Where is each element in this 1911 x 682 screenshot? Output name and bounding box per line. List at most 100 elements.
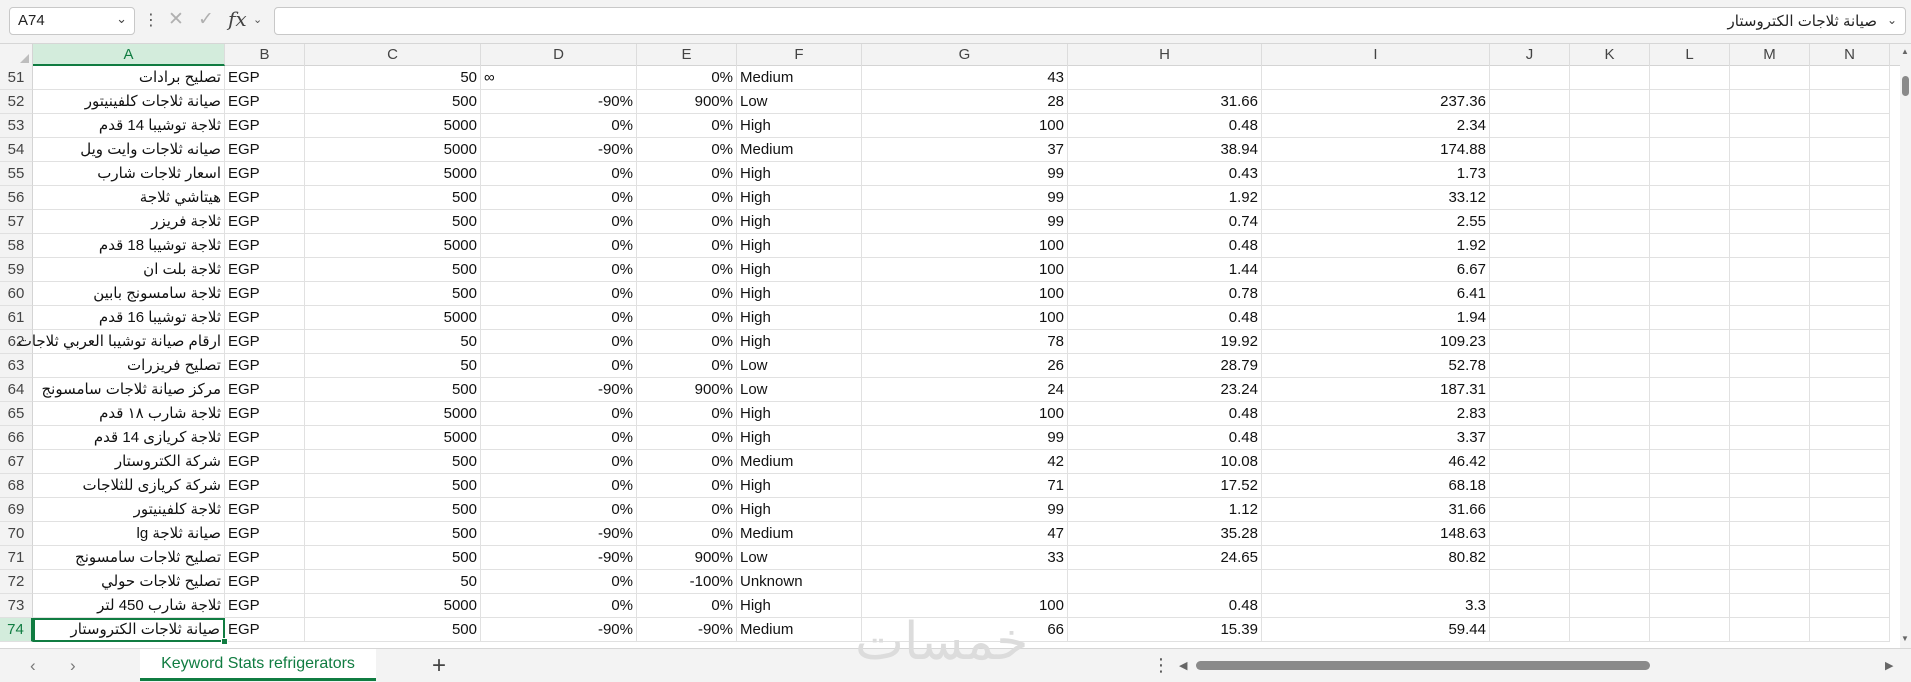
cell-g[interactable]: 26 <box>862 354 1068 378</box>
vertical-scroll-thumb[interactable] <box>1902 76 1909 96</box>
cell-l[interactable] <box>1650 282 1730 306</box>
cell-a[interactable]: هيتاشي ثلاجة <box>33 186 225 210</box>
cell-n[interactable] <box>1810 570 1890 594</box>
cell-d[interactable]: 0% <box>481 282 637 306</box>
cell-d[interactable]: -90% <box>481 522 637 546</box>
cell-d[interactable]: 0% <box>481 306 637 330</box>
cell-k[interactable] <box>1570 570 1650 594</box>
cell-l[interactable] <box>1650 66 1730 90</box>
cell-n[interactable] <box>1810 594 1890 618</box>
cell-k[interactable] <box>1570 282 1650 306</box>
cell-f[interactable]: Medium <box>737 66 862 90</box>
cell-n[interactable] <box>1810 306 1890 330</box>
cell-f[interactable]: Low <box>737 90 862 114</box>
cell-i[interactable]: 148.63 <box>1262 522 1490 546</box>
cell-c[interactable]: 5000 <box>305 162 481 186</box>
cell-h[interactable]: 28.79 <box>1068 354 1262 378</box>
cell-a[interactable]: صيانة ثلاجة lg <box>33 522 225 546</box>
row-header[interactable]: 74 <box>0 618 33 642</box>
cell-b[interactable]: EGP <box>225 258 305 282</box>
cell-n[interactable] <box>1810 210 1890 234</box>
cell-l[interactable] <box>1650 354 1730 378</box>
column-header-e[interactable]: E <box>637 44 737 66</box>
cell-b[interactable]: EGP <box>225 210 305 234</box>
cell-g[interactable]: 42 <box>862 450 1068 474</box>
column-header-f[interactable]: F <box>737 44 862 66</box>
cell-l[interactable] <box>1650 90 1730 114</box>
check-icon[interactable]: ✓ <box>198 8 214 31</box>
cell-h[interactable]: 0.48 <box>1068 234 1262 258</box>
cell-h[interactable]: 17.52 <box>1068 474 1262 498</box>
cell-j[interactable] <box>1490 162 1570 186</box>
cell-d[interactable]: -90% <box>481 618 637 642</box>
cell-n[interactable] <box>1810 426 1890 450</box>
fx-icon[interactable]: fx <box>228 7 247 31</box>
cell-e[interactable]: 0% <box>637 402 737 426</box>
cell-f[interactable]: High <box>737 306 862 330</box>
cell-m[interactable] <box>1730 186 1810 210</box>
cell-e[interactable]: 0% <box>637 186 737 210</box>
name-box[interactable]: A74 ⌄ <box>9 7 135 35</box>
cell-f[interactable]: Medium <box>737 138 862 162</box>
column-header-h[interactable]: H <box>1068 44 1262 66</box>
column-header-g[interactable]: G <box>862 44 1068 66</box>
column-header-j[interactable]: J <box>1490 44 1570 66</box>
cell-l[interactable] <box>1650 546 1730 570</box>
cell-b[interactable]: EGP <box>225 162 305 186</box>
cell-g[interactable]: 100 <box>862 402 1068 426</box>
cell-m[interactable] <box>1730 306 1810 330</box>
cell-d[interactable]: 0% <box>481 210 637 234</box>
cell-i[interactable]: 46.42 <box>1262 450 1490 474</box>
cell-f[interactable]: High <box>737 426 862 450</box>
cell-b[interactable]: EGP <box>225 522 305 546</box>
cell-c[interactable]: 500 <box>305 522 481 546</box>
cell-g[interactable]: 100 <box>862 258 1068 282</box>
scroll-down-icon[interactable]: ▼ <box>1901 634 1909 643</box>
cell-i[interactable]: 80.82 <box>1262 546 1490 570</box>
cell-e[interactable]: 900% <box>637 90 737 114</box>
cell-g[interactable]: 99 <box>862 186 1068 210</box>
cell-n[interactable] <box>1810 450 1890 474</box>
row-header[interactable]: 65 <box>0 402 33 426</box>
cell-e[interactable]: 0% <box>637 594 737 618</box>
cell-h[interactable]: 35.28 <box>1068 522 1262 546</box>
cell-n[interactable] <box>1810 498 1890 522</box>
cell-e[interactable]: -100% <box>637 570 737 594</box>
scroll-right-icon[interactable]: ▶ <box>1885 659 1893 672</box>
cell-a[interactable]: صيانة ثلاجات كلفينيتور <box>33 90 225 114</box>
cell-g[interactable]: 71 <box>862 474 1068 498</box>
cell-b[interactable]: EGP <box>225 402 305 426</box>
row-header[interactable]: 55 <box>0 162 33 186</box>
cell-i[interactable] <box>1262 570 1490 594</box>
cell-j[interactable] <box>1490 90 1570 114</box>
cell-m[interactable] <box>1730 378 1810 402</box>
cell-f[interactable]: Low <box>737 546 862 570</box>
scroll-left-icon[interactable]: ◀ <box>1179 659 1187 672</box>
cell-j[interactable] <box>1490 210 1570 234</box>
cell-d[interactable]: 0% <box>481 258 637 282</box>
cell-g[interactable]: 100 <box>862 114 1068 138</box>
cell-i[interactable]: 6.41 <box>1262 282 1490 306</box>
cell-c[interactable]: 500 <box>305 378 481 402</box>
cell-h[interactable]: 0.48 <box>1068 402 1262 426</box>
cell-f[interactable]: High <box>737 162 862 186</box>
cell-c[interactable]: 500 <box>305 618 481 642</box>
cell-j[interactable] <box>1490 138 1570 162</box>
cell-j[interactable] <box>1490 426 1570 450</box>
cell-a[interactable]: تصليح فريزرات <box>33 354 225 378</box>
cell-c[interactable]: 50 <box>305 330 481 354</box>
cell-e[interactable]: 900% <box>637 546 737 570</box>
cell-g[interactable]: 78 <box>862 330 1068 354</box>
cell-c[interactable]: 500 <box>305 210 481 234</box>
x-icon[interactable]: ✕ <box>168 8 184 31</box>
cell-d[interactable]: 0% <box>481 594 637 618</box>
fill-handle[interactable] <box>221 638 228 645</box>
cell-h[interactable]: 0.78 <box>1068 282 1262 306</box>
cell-j[interactable] <box>1490 66 1570 90</box>
cell-l[interactable] <box>1650 618 1730 642</box>
row-header[interactable]: 72 <box>0 570 33 594</box>
cell-c[interactable]: 5000 <box>305 306 481 330</box>
cell-k[interactable] <box>1570 330 1650 354</box>
cell-j[interactable] <box>1490 474 1570 498</box>
cell-b[interactable]: EGP <box>225 234 305 258</box>
